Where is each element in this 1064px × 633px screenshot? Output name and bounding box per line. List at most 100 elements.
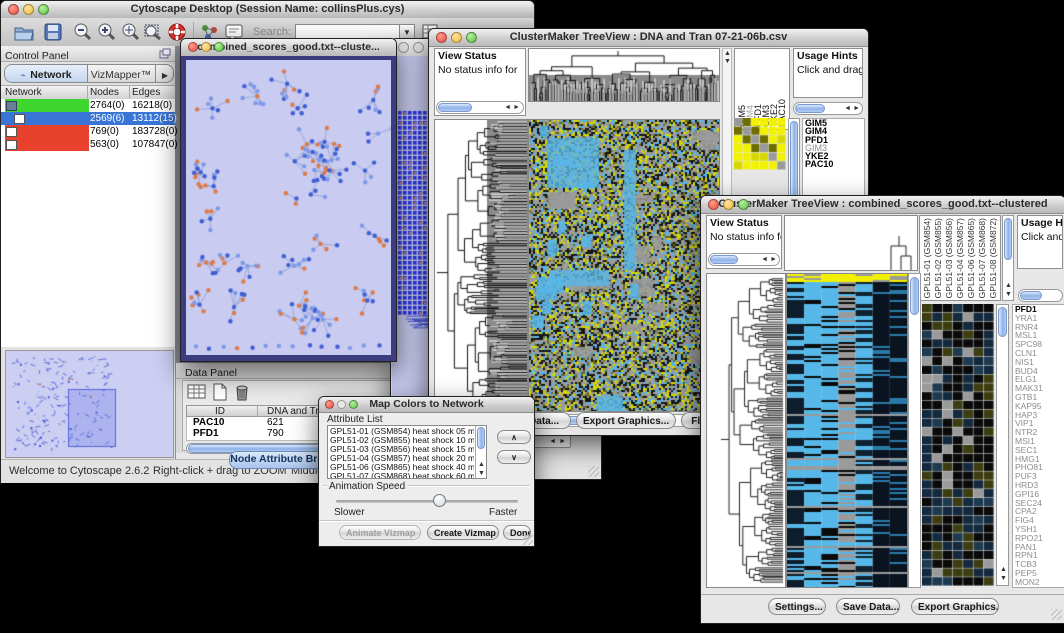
resize-grip[interactable] [1051, 609, 1062, 620]
minimize-button[interactable] [23, 4, 34, 15]
tv1-usage-hints: Usage Hints Click and drag to [793, 48, 863, 98]
network1-canvas[interactable] [186, 60, 391, 355]
resize-grip[interactable] [522, 534, 533, 545]
zoom-button[interactable] [466, 32, 477, 43]
zoom-button[interactable] [38, 4, 49, 15]
control-panel-title: Control Panel [1, 50, 69, 62]
attribute-list-vscroll[interactable]: ▲▼ [475, 426, 486, 478]
row-value: 621 [267, 417, 284, 428]
animation-speed-slider[interactable] [336, 500, 518, 503]
main-title-bar[interactable]: Cytoscape Desktop (Session Name: collins… [1, 1, 534, 19]
treeview2-window: ClusterMaker TreeView : combined_scores_… [700, 195, 1064, 624]
dialog-title: Map Colors to Network [369, 398, 483, 410]
document-icon [14, 114, 25, 124]
network1-title-bar[interactable]: combined_scores_good.txt--cluste... [181, 39, 396, 57]
faster-label: Faster [489, 507, 517, 518]
float-panel-icon[interactable] [159, 48, 171, 59]
column-label: GPL51-02 (GSM855) [933, 218, 944, 298]
minimize-button[interactable] [201, 42, 211, 52]
network-row[interactable]: combined_scores2764(0)16218(0) [1, 99, 175, 112]
slider-thumb[interactable] [433, 494, 446, 507]
zoom-fit-icon[interactable] [143, 22, 163, 42]
tv2-settings-button[interactable]: Settings... [768, 598, 826, 615]
network-nodes-value: 563(0) [90, 138, 119, 151]
network-row-name: RNAPuberNov2+| [5, 138, 89, 151]
tv1-zoom-matrix[interactable] [734, 118, 786, 170]
resize-grip[interactable] [588, 466, 599, 477]
move-down-button[interactable]: ∨ [497, 450, 531, 464]
tv2-heatmap[interactable] [786, 273, 908, 588]
tv2-labels-vscroll[interactable]: ▲▼ [1002, 215, 1014, 301]
tv2-sub-heatmap[interactable] [922, 304, 994, 586]
network-row-name: combined_scores [5, 99, 89, 112]
tv2-hints-hscroll[interactable] [1018, 289, 1063, 302]
close-button[interactable] [398, 42, 409, 53]
treeview1-title-bar[interactable]: ClusterMaker TreeView : DNA and Tran 07-… [429, 29, 868, 47]
document-icon [6, 127, 17, 137]
main-window-title: Cytoscape Desktop (Session Name: collins… [131, 3, 405, 15]
dialog-title-bar[interactable]: Map Colors to Network [319, 397, 534, 413]
zoom-out-icon[interactable] [73, 22, 93, 42]
minimize-button[interactable] [337, 400, 346, 409]
row-value: 790 [267, 428, 284, 439]
birdseye-view[interactable] [5, 350, 174, 458]
tv1-hints-hscroll[interactable]: ◄► [793, 102, 863, 115]
network-table-header[interactable]: Network Nodes Edges [1, 85, 175, 100]
network-row[interactable]: combined_sco2569(6)13112(15) [1, 112, 175, 125]
tv1-column-dendrogram[interactable] [528, 48, 720, 102]
attribute-select-icon[interactable] [187, 383, 207, 401]
attribute-list-item[interactable]: GPL51-04 (GSM857) heat shock 20 min [330, 454, 474, 463]
minimize-button[interactable] [413, 42, 424, 53]
minimize-button[interactable] [723, 199, 734, 210]
attribute-list-box[interactable]: GPL51-01 (GSM854) heat shock 05 minGPL51… [327, 425, 487, 479]
attribute-list-item[interactable]: GPL51-06 (GSM865) heat shock 40 min [330, 463, 474, 472]
minimize-button[interactable] [451, 32, 462, 43]
treeview2-title-bar[interactable]: ClusterMaker TreeView : combined_scores_… [701, 196, 1064, 214]
tv2-gene-list[interactable]: PFD1YRA1RNR4MSL1SPC98CLN1NIS1BUD4ELG1MAK… [1012, 304, 1064, 588]
zoom-in-icon[interactable] [97, 22, 117, 42]
attribute-list-item[interactable]: GPL51-01 (GSM854) heat shock 05 min [330, 427, 474, 436]
animate-vizmap-button[interactable]: Animate Vizmap [339, 525, 421, 540]
delete-attribute-icon[interactable] [233, 383, 251, 401]
tabs-overflow-button[interactable]: ▶ [155, 65, 174, 82]
network-nodes-value: 2569(6) [90, 112, 124, 125]
tv1-heatmap[interactable] [528, 119, 720, 412]
tv2-save-data-button[interactable]: Save Data... [836, 598, 900, 615]
tv1-export-graphics-button[interactable]: Export Graphics... [576, 412, 676, 429]
tab-network[interactable]: ⌁ Network [5, 65, 88, 82]
close-button[interactable] [325, 400, 334, 409]
attribute-list-item[interactable]: GPL51-02 (GSM855) heat shock 10 min [330, 436, 474, 445]
move-up-button[interactable]: ∧ [497, 430, 531, 444]
tv2-genes-vscroll[interactable]: ▲▼ [996, 304, 1009, 586]
tv1-status-hscroll[interactable]: ◄► [436, 101, 524, 114]
new-attribute-icon[interactable] [211, 383, 229, 401]
tv1-row-dendrogram[interactable] [434, 119, 528, 412]
tv2-heat-vscroll[interactable] [908, 273, 921, 588]
zoom-button[interactable] [738, 199, 749, 210]
save-icon[interactable] [43, 22, 63, 42]
tv2-export-graphics-button[interactable]: Export Graphics... [911, 598, 999, 615]
close-button[interactable] [436, 32, 447, 43]
search-label: Search: [253, 26, 291, 38]
zoom-selected-icon[interactable] [121, 22, 141, 42]
network-row[interactable]: RNAPuberNov2+|563(0)107847(0) [1, 138, 175, 151]
zoom-button[interactable] [349, 400, 358, 409]
tv2-row-dendrogram[interactable] [706, 273, 786, 588]
treeview2-title: ClusterMaker TreeView : combined_scores_… [718, 198, 1047, 210]
network-row[interactable]: DNA and Tran 07769(0)183728(0) [1, 125, 175, 138]
attribute-list-item[interactable]: GPL51-03 (GSM856) heat shock 15 min [330, 445, 474, 454]
slower-label: Slower [334, 507, 365, 518]
attribute-list-item[interactable]: GPL51-07 (GSM868) heat shock 60 min [330, 472, 474, 479]
tv2-status-hscroll[interactable]: ◄► [708, 253, 780, 266]
close-button[interactable] [188, 42, 198, 52]
close-button[interactable] [708, 199, 719, 210]
create-vizmap-button[interactable]: Create Vizmap [427, 525, 499, 540]
network1-title: combined_scores_good.txt--cluste... [197, 41, 380, 53]
tab-vizmapper[interactable]: VizMapper™ [87, 65, 155, 82]
open-file-icon[interactable] [13, 22, 35, 42]
zoom-button[interactable] [214, 42, 224, 52]
tv2-column-dendrogram[interactable] [784, 215, 918, 271]
column-label: GPL51-07 (GSM868) [977, 218, 988, 298]
close-button[interactable] [8, 4, 19, 15]
window-controls [8, 4, 49, 15]
